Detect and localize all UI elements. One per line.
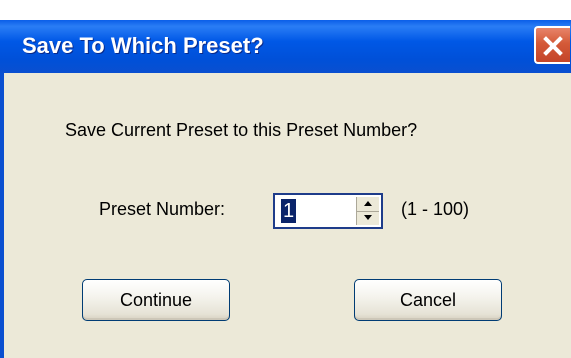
prompt-message: Save Current Preset to this Preset Numbe… [65, 120, 418, 140]
preset-number-input[interactable]: 1 [281, 199, 297, 223]
window-border [0, 73, 4, 358]
close-button[interactable] [534, 26, 570, 64]
top-strip [0, 0, 571, 20]
cancel-button[interactable]: Cancel [354, 279, 502, 321]
preset-number-label: Preset Number: [99, 199, 226, 219]
arrow-down-icon [364, 215, 372, 220]
spin-up-button[interactable] [357, 197, 379, 212]
spin-buttons [356, 197, 379, 225]
arrow-up-icon [364, 201, 372, 206]
preset-range-hint: (1 - 100) [401, 199, 470, 219]
spin-down-button[interactable] [357, 211, 379, 225]
close-icon [543, 36, 563, 56]
preset-number-spinbox[interactable]: 1 [273, 193, 383, 229]
window-title: Save To Which Preset? [22, 33, 264, 58]
continue-button[interactable]: Continue [82, 279, 230, 321]
save-preset-dialog: Save To Which Preset? Save Current Prese… [0, 0, 571, 358]
